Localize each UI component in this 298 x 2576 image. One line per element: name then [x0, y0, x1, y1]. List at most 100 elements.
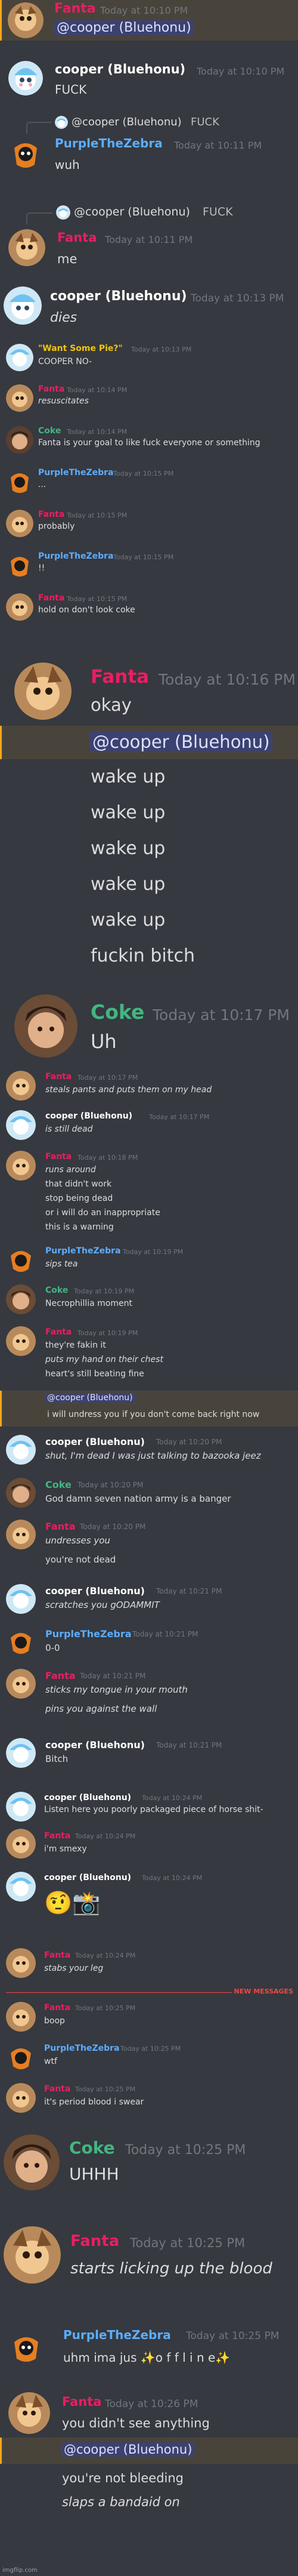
author-name[interactable]: Fanta — [45, 1327, 72, 1337]
author-name[interactable]: Fanta — [57, 230, 97, 245]
message[interactable]: cooper (Bluehonu) Today at 10:17 PM is s… — [0, 1108, 298, 1144]
replied-text[interactable]: FUCK — [191, 116, 219, 128]
wantsome-avatar[interactable] — [6, 344, 33, 371]
replied-author[interactable]: @cooper (Bluehonu) — [72, 116, 182, 128]
purple-avatar[interactable] — [6, 551, 33, 579]
message[interactable]: "Want Some Pie?" Today at 10:13 PM COOPE… — [0, 339, 298, 381]
fanta-avatar[interactable] — [6, 1829, 36, 1859]
cooper-avatar[interactable] — [6, 1110, 36, 1140]
fanta-avatar[interactable] — [6, 1948, 36, 1978]
message[interactable]: Coke Today at 10:20 PM God damn seven na… — [0, 1475, 298, 1511]
message[interactable]: Coke Today at 10:19 PM Necrophillia mome… — [0, 1282, 298, 1318]
message[interactable]: Fanta Today at 10:21 PM sticks my tongue… — [0, 1666, 298, 1726]
coke-avatar[interactable] — [14, 994, 77, 1058]
author-name[interactable]: PurpleTheZebra — [55, 136, 163, 150]
author-name[interactable]: cooper (Bluehonu) — [44, 1793, 131, 1802]
message[interactable]: PurpleTheZebra Today at 10:15 PM !! — [0, 549, 298, 585]
message[interactable]: PurpleTheZebra Today at 10:21 PM 0-0 — [0, 1625, 298, 1660]
message[interactable]: Fanta Today at 10:20 PM undresses you yo… — [0, 1517, 298, 1577]
purple-avatar[interactable] — [8, 136, 43, 171]
author-name[interactable]: Fanta — [44, 2084, 70, 2094]
purple-avatar[interactable] — [6, 1627, 36, 1657]
user-mention[interactable]: @cooper (Bluehonu) — [90, 732, 272, 752]
message[interactable]: PurpleTheZebra Today at 10:19 PM sips te… — [0, 1243, 298, 1278]
cooper-avatar[interactable] — [6, 1792, 36, 1822]
cooper-avatar[interactable] — [6, 1738, 36, 1768]
fanta-avatar[interactable] — [6, 1669, 36, 1699]
fanta-avatar[interactable] — [6, 1071, 36, 1101]
coke-avatar[interactable] — [6, 1284, 36, 1314]
author-name[interactable]: Fanta — [45, 1670, 76, 1681]
message[interactable]: PurpleTheZebra Today at 10:15 PM ... — [0, 466, 298, 501]
purple-avatar[interactable] — [6, 468, 33, 495]
purple-avatar[interactable] — [8, 2330, 44, 2366]
purple-avatar[interactable] — [6, 1245, 36, 1275]
fanta-avatar[interactable] — [6, 510, 33, 537]
message[interactable]: Fanta Today at 10:25 PM boop — [0, 1999, 298, 2035]
fanta-avatar[interactable] — [8, 2392, 50, 2434]
purple-avatar[interactable] — [6, 2042, 36, 2072]
author-name[interactable]: Coke — [38, 426, 61, 436]
message[interactable]: Fanta Today at 10:24 PM stabs your leg — [0, 1947, 298, 1983]
message[interactable]: Fanta Today at 10:24 PM i'm smexy — [0, 1828, 298, 1863]
author-name[interactable]: Fanta — [70, 2232, 119, 2250]
author-name[interactable]: Fanta — [45, 1152, 72, 1161]
author-name[interactable]: cooper (Bluehonu) — [45, 1436, 145, 1447]
fanta-avatar[interactable] — [6, 1520, 36, 1549]
cooper-avatar[interactable] — [6, 1584, 36, 1614]
fanta-avatar[interactable] — [6, 1326, 36, 1356]
fanta-avatar[interactable] — [4, 2226, 61, 2284]
author-name[interactable]: cooper (Bluehonu) — [45, 1739, 145, 1751]
author-name[interactable]: Coke — [45, 1479, 72, 1490]
cooper-avatar[interactable] — [6, 1872, 36, 1902]
author-name[interactable]: PurpleTheZebra — [63, 2328, 171, 2342]
author-name[interactable]: Fanta — [38, 593, 64, 603]
author-name[interactable]: cooper (Bluehonu) — [44, 1873, 131, 1882]
author-name[interactable]: Fanta — [44, 1951, 70, 1960]
author-name[interactable]: Coke — [91, 1000, 144, 1024]
message[interactable]: Fanta Today at 10:14 PM resuscitates — [0, 382, 298, 418]
author-name[interactable]: PurpleTheZebra — [38, 468, 113, 477]
fanta-avatar[interactable] — [14, 663, 72, 720]
replied-author[interactable]: @cooper (Bluehonu) — [74, 205, 190, 218]
message[interactable]: cooper (Bluehonu) Today at 10:24 PM 🤨📸 — [0, 1869, 298, 1929]
fanta-avatar[interactable] — [6, 384, 33, 412]
author-name[interactable]: PurpleTheZebra — [44, 2044, 119, 2053]
author-name[interactable]: cooper (Bluehonu) — [45, 1585, 145, 1597]
coke-avatar[interactable] — [6, 426, 33, 454]
user-mention[interactable]: @cooper (Bluehonu) — [61, 2442, 195, 2457]
author-name[interactable]: cooper (Bluehonu) — [55, 62, 185, 76]
cooper-avatar[interactable] — [4, 286, 42, 325]
message[interactable]: Fanta Today at 10:18 PM runs around that… — [0, 1148, 298, 1238]
fanta-avatar[interactable] — [6, 2083, 36, 2113]
message[interactable]: Fanta Today at 10:25 PM it's period bloo… — [0, 2081, 298, 2116]
author-name[interactable]: Fanta — [44, 1831, 70, 1841]
fanta-avatar[interactable] — [8, 229, 45, 266]
coke-avatar[interactable] — [6, 1478, 36, 1508]
author-name[interactable]: Fanta — [45, 1521, 76, 1532]
author-name[interactable]: cooper (Bluehonu) — [50, 289, 187, 304]
author-name[interactable]: cooper (Bluehonu) — [45, 1111, 132, 1121]
author-name[interactable]: "Want Some Pie?" — [38, 344, 123, 353]
replied-text[interactable]: FUCK — [203, 205, 233, 218]
user-mention[interactable]: @cooper (Bluehonu) — [45, 1393, 135, 1403]
author-name[interactable]: Fanta — [91, 666, 149, 688]
message[interactable]: Fanta Today at 10:15 PM hold on don't lo… — [0, 591, 298, 627]
author-name[interactable]: Fanta — [44, 2003, 70, 2013]
fanta-avatar[interactable] — [6, 2002, 36, 2032]
message[interactable]: Coke Today at 10:14 PM Fanta is your goa… — [0, 424, 298, 460]
author-name[interactable]: Fanta — [45, 1072, 72, 1081]
coke-avatar[interactable] — [4, 2134, 60, 2190]
author-name[interactable]: Fanta — [38, 384, 64, 394]
message[interactable]: Fanta Today at 10:17 PM steals pants and… — [0, 1068, 298, 1104]
user-mention[interactable]: @cooper (Bluehonu) — [54, 20, 194, 35]
message[interactable]: cooper (Bluehonu) Today at 10:10 PM FUCK — [0, 55, 298, 103]
cooper-avatar[interactable] — [6, 1435, 36, 1465]
author-name[interactable]: PurpleTheZebra — [45, 1628, 132, 1640]
message[interactable]: Fanta Today at 10:19 PM they're fakin it… — [0, 1324, 298, 1389]
fanta-avatar[interactable] — [6, 593, 33, 621]
message[interactable]: cooper (Bluehonu) Today at 10:21 PM Bitc… — [0, 1736, 298, 1771]
cooper-avatar[interactable] — [8, 61, 43, 95]
author-name[interactable]: Fanta — [62, 2395, 101, 2409]
message[interactable]: cooper (Bluehonu) Today at 10:21 PM scra… — [0, 1582, 298, 1617]
